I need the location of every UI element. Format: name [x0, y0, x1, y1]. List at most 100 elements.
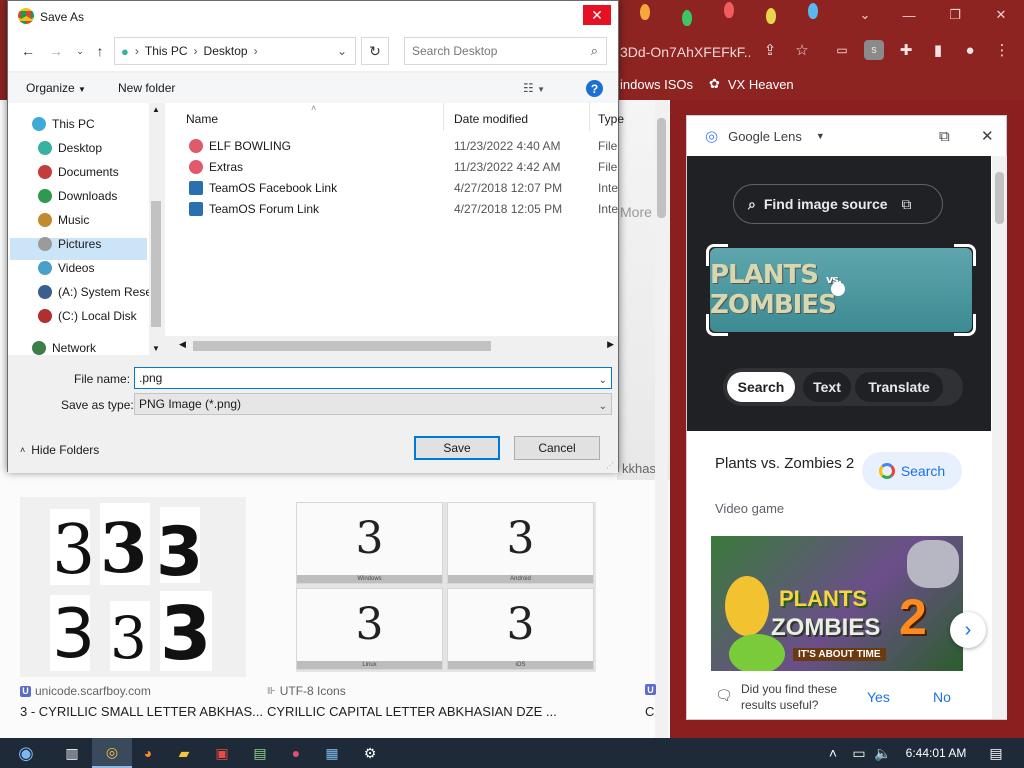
search-desktop-input[interactable]: Search Desktop ⌕ [404, 37, 607, 65]
page-scrollbar-thumb[interactable] [657, 118, 666, 218]
minimize-button[interactable]: — [886, 0, 932, 30]
cancel-button[interactable]: Cancel [514, 436, 600, 460]
tree-item-system-reserved[interactable]: (A:) System Rese [38, 281, 156, 303]
file-list-hscrollbar[interactable]: ◀ ▶ [165, 336, 618, 355]
save-button[interactable]: Save [414, 436, 500, 460]
address-bar-fragment[interactable]: 3Dd-On7AhXFEFkF... [620, 38, 750, 66]
organize-button[interactable]: Organize ▼ [26, 81, 86, 95]
settings-gear-icon[interactable]: ⚙ [350, 738, 390, 768]
forward-arrow-icon[interactable]: → [48, 43, 64, 59]
hscrollbar-thumb[interactable] [193, 341, 491, 351]
refresh-button[interactable]: ↻ [361, 37, 389, 65]
firefox-taskbar-icon[interactable]: ◕ [128, 738, 168, 768]
close-window-button[interactable]: ✕ [978, 0, 1024, 30]
column-type[interactable]: Type [598, 112, 624, 126]
tray-chevron-icon[interactable]: ˄ [818, 738, 848, 768]
back-arrow-icon[interactable]: ← [20, 43, 36, 59]
tree-scrollbar-thumb[interactable] [151, 201, 161, 327]
app-taskbar-icon[interactable]: ▤ [240, 738, 280, 768]
breadcrumb-this-pc[interactable]: This PC [145, 44, 188, 58]
column-divider[interactable] [589, 103, 590, 131]
recent-chevron-icon[interactable]: ⌄ [72, 43, 88, 59]
bookmark-star-icon[interactable]: ☆ [792, 40, 812, 60]
tree-item-network[interactable]: Network [32, 337, 150, 359]
app-taskbar-icon[interactable]: ▦ [312, 738, 352, 768]
help-button[interactable]: ? [586, 80, 603, 97]
google-search-button[interactable]: Search [862, 452, 962, 490]
tree-item-pictures[interactable]: Pictures [38, 233, 156, 255]
tree-item-this-pc[interactable]: This PC [32, 113, 150, 135]
side-panel-icon[interactable]: ▮ [928, 40, 948, 60]
scroll-left-icon[interactable]: ◀ [179, 339, 186, 350]
close-icon[interactable]: ✕ [981, 127, 994, 145]
scroll-up-icon[interactable]: ▲ [152, 105, 160, 114]
s-extension-icon[interactable]: s [864, 40, 884, 60]
result-source-2[interactable]: ⊪ UTF-8 Icons [267, 684, 346, 698]
tree-item-documents[interactable]: Documents [38, 161, 156, 183]
notifications-icon[interactable]: ▤ [976, 738, 1016, 768]
app-taskbar-icon[interactable]: ▣ [202, 738, 242, 768]
tree-item-videos[interactable]: Videos [38, 257, 156, 279]
crop-selection[interactable]: PLANTS vs. ZOMBIES [706, 244, 976, 336]
column-name[interactable]: Name [186, 112, 218, 126]
caret-down-icon[interactable]: ▼ [816, 131, 825, 141]
address-dropdown-icon[interactable]: ⌄ [337, 44, 347, 58]
save-as-type-select[interactable]: PNG Image (*.png) ⌄ [134, 393, 612, 415]
scroll-right-icon[interactable]: ▶ [607, 339, 614, 350]
network-icon[interactable]: ▭ [846, 738, 872, 768]
profile-avatar-icon[interactable]: ● [960, 40, 980, 60]
share-icon[interactable]: ⇪ [760, 40, 780, 60]
column-date[interactable]: Date modified [454, 112, 528, 126]
tree-item-downloads[interactable]: Downloads [38, 185, 156, 207]
feedback-yes[interactable]: Yes [867, 689, 890, 705]
feedback-no[interactable]: No [933, 689, 951, 705]
lens-scrollbar[interactable] [992, 156, 1007, 719]
result-source-3[interactable]: U [645, 684, 656, 695]
new-folder-button[interactable]: New folder [118, 81, 175, 95]
restore-button[interactable]: ❐ [932, 0, 978, 30]
menu-dots-icon[interactable]: ⋮ [992, 40, 1012, 60]
result-title-2[interactable]: CYRILLIC CAPITAL LETTER ABKHASIAN DZE ..… [267, 704, 557, 719]
chip-translate[interactable]: Translate [855, 372, 943, 402]
visual-match-dot[interactable] [831, 282, 845, 296]
file-row[interactable]: ELF BOWLING 11/23/2022 4:40 AM File fo [165, 136, 618, 156]
bookmark-vx-heaven[interactable]: VX Heaven [728, 77, 794, 92]
tree-item-music[interactable]: Music [38, 209, 156, 231]
breadcrumb-desktop[interactable]: Desktop [204, 44, 248, 58]
scroll-down-icon[interactable]: ▼ [152, 344, 160, 353]
chip-search[interactable]: Search [727, 372, 795, 402]
knowledge-title[interactable]: Plants vs. Zombies 2 [715, 452, 855, 476]
chrome-taskbar-icon[interactable]: ◎ [92, 738, 132, 768]
result-source-1[interactable]: U unicode.scarfboy.com [20, 684, 151, 698]
crop-corner-handle[interactable] [954, 314, 976, 336]
chevron-down-icon[interactable]: ⌄ [599, 397, 607, 417]
result-title-1[interactable]: 3 - CYRILLIC SMALL LETTER ABKHAS... [20, 704, 263, 719]
game-cover-image[interactable]: PLANTS ZOMBIES 2 IT'S ABOUT TIME [711, 536, 963, 671]
file-explorer-taskbar-icon[interactable]: ▰ [164, 738, 204, 768]
crop-corner-handle[interactable] [706, 314, 728, 336]
result-title-3[interactable]: C [645, 704, 654, 719]
puzzle-extensions-icon[interactable]: ✚ [896, 40, 916, 60]
view-options-icon[interactable]: ☷ ▼ [523, 81, 545, 95]
file-row[interactable]: TeamOS Forum Link 4/27/2018 12:05 PM Int… [165, 199, 618, 219]
dialog-titlebar[interactable]: Save As ✕ [8, 1, 618, 31]
chevron-down-icon[interactable]: ⌄ [842, 0, 888, 30]
more-link-fragment[interactable]: More [620, 204, 652, 220]
clock[interactable]: 6:44:01 AM [898, 738, 974, 768]
up-arrow-icon[interactable]: ↑ [92, 43, 108, 59]
address-breadcrumb[interactable]: ● › This PC › Desktop › ⌄ [114, 37, 356, 65]
resize-grip-icon[interactable]: ⋰ [606, 461, 614, 470]
hide-folders-toggle[interactable]: ˄ Hide Folders [20, 443, 99, 457]
start-button[interactable]: ◉ [6, 738, 46, 768]
chip-text[interactable]: Text [803, 372, 851, 402]
find-image-source-button[interactable]: ⌕ Find image source ⧉ [733, 184, 943, 224]
tree-item-local-disk[interactable]: (C:) Local Disk [38, 305, 156, 327]
image-result-1[interactable]: 3 3 3 3 3 3 [20, 497, 246, 677]
dialog-close-button[interactable]: ✕ [583, 5, 611, 25]
column-divider[interactable] [443, 103, 444, 131]
image-result-2[interactable]: 3 Windows 3 Android 3 Linux 3 iOS [296, 502, 596, 672]
file-row[interactable]: TeamOS Facebook Link 4/27/2018 12:07 PM … [165, 178, 618, 198]
flag-extension-icon[interactable]: ▭ [832, 40, 852, 60]
next-chevron-icon[interactable]: › [950, 612, 986, 648]
task-view-icon[interactable]: ▥ [52, 738, 92, 768]
